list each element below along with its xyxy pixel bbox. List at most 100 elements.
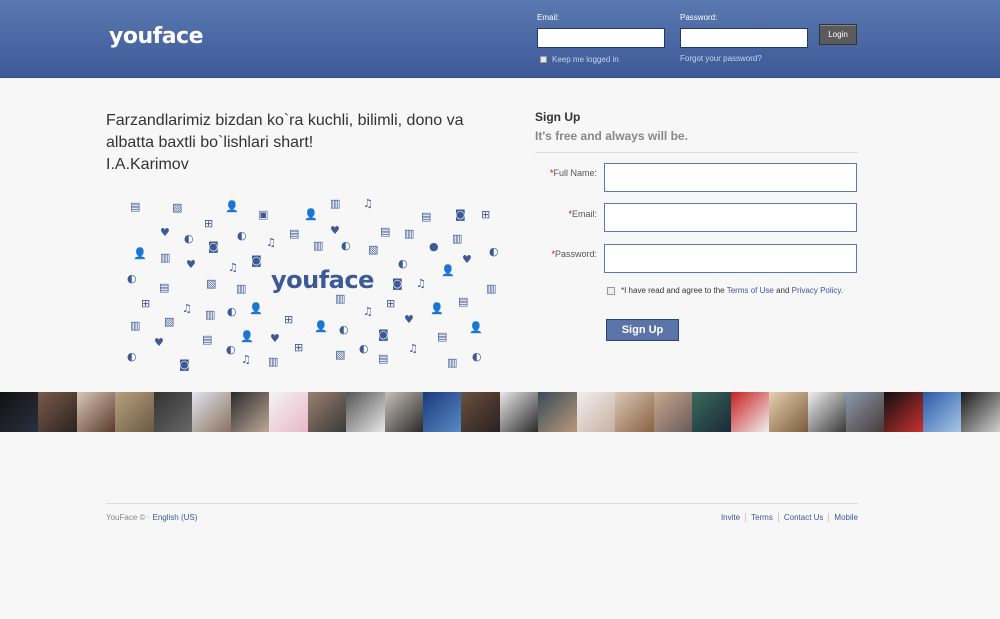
member-photo[interactable] bbox=[769, 392, 808, 432]
member-photo[interactable] bbox=[192, 392, 231, 432]
globe-icon: ◐ bbox=[237, 229, 247, 242]
music-icon: ♫ bbox=[182, 302, 192, 315]
member-photo[interactable] bbox=[307, 392, 347, 432]
note-add-icon: ▤ bbox=[378, 352, 389, 365]
member-photo[interactable] bbox=[576, 392, 616, 432]
film-icon: ▥ bbox=[486, 282, 497, 295]
music-icon: ♫ bbox=[228, 261, 238, 274]
keep-logged-in-checkbox[interactable] bbox=[540, 56, 547, 63]
signup-subtitle: It's free and always will be. bbox=[535, 129, 688, 143]
member-photo[interactable] bbox=[230, 392, 270, 432]
member-photo[interactable] bbox=[538, 392, 577, 432]
user-icon: 👤 bbox=[430, 302, 444, 315]
globe-icon: ◐ bbox=[339, 323, 349, 336]
full-name-input[interactable] bbox=[604, 163, 857, 192]
user-add-icon: 👤 bbox=[133, 247, 147, 260]
note-icon: ▧ bbox=[335, 348, 346, 361]
member-photo[interactable] bbox=[615, 392, 654, 432]
note-icon: ▧ bbox=[164, 315, 175, 328]
member-photo[interactable] bbox=[653, 392, 693, 432]
member-photo[interactable] bbox=[730, 392, 770, 432]
keep-logged-in-label: Keep me logged in bbox=[552, 55, 619, 64]
heart-icon: ♥ bbox=[160, 226, 170, 239]
signup-password-input[interactable] bbox=[604, 244, 857, 273]
footer-link-mobile[interactable]: Mobile bbox=[828, 513, 858, 522]
login-password-input[interactable] bbox=[680, 28, 808, 48]
signup-email-input[interactable] bbox=[604, 203, 857, 232]
contact-icon: ▣ bbox=[258, 208, 269, 221]
footer-link-terms[interactable]: Terms bbox=[745, 513, 778, 522]
film-icon: ▥ bbox=[160, 251, 171, 264]
signup-button[interactable]: Sign Up bbox=[606, 319, 679, 341]
divider bbox=[535, 152, 858, 153]
agree-terms: *I have read and agree to the Terms of U… bbox=[607, 286, 843, 295]
member-photo[interactable] bbox=[922, 392, 962, 432]
agree-terms-text: *I have read and agree to the Terms of U… bbox=[621, 286, 844, 295]
logo[interactable]: youface bbox=[109, 24, 204, 49]
news-icon: ▤ bbox=[130, 200, 141, 213]
footer-links: Invite Terms Contact Us Mobile bbox=[716, 513, 858, 522]
globe-icon: ◐ bbox=[398, 257, 408, 270]
quote-author: I.A.Karimov bbox=[106, 156, 189, 173]
user-icon: 👤 bbox=[249, 302, 263, 315]
window-icon: ⊞ bbox=[141, 297, 151, 310]
forgot-password-link[interactable]: Forgot your password? bbox=[680, 54, 762, 63]
footer-link-contact[interactable]: Contact Us bbox=[777, 513, 829, 522]
keep-logged-in[interactable]: Keep me logged in bbox=[540, 55, 619, 64]
member-photo[interactable] bbox=[499, 392, 539, 432]
member-photo[interactable] bbox=[845, 392, 885, 432]
globe-icon: ◐ bbox=[472, 350, 482, 363]
film-icon: ▥ bbox=[313, 239, 324, 252]
privacy-policy-link[interactable]: Privacy Policy bbox=[792, 286, 841, 295]
globe-icon: ◐ bbox=[127, 350, 137, 363]
camera-icon: ◙ bbox=[179, 358, 190, 371]
signup-password-label: *Password: bbox=[551, 249, 597, 259]
member-photo[interactable] bbox=[115, 392, 154, 432]
member-photo[interactable] bbox=[692, 392, 731, 432]
music-icon: ♫ bbox=[363, 197, 373, 210]
agree-terms-checkbox[interactable] bbox=[607, 286, 615, 295]
note-add-icon: ▤ bbox=[202, 333, 213, 346]
quote-text: Farzandlarimiz bizdan ko`ra kuchli, bili… bbox=[106, 112, 464, 151]
member-photo[interactable] bbox=[884, 392, 923, 432]
heart-icon: ♥ bbox=[404, 313, 414, 326]
member-photo[interactable] bbox=[461, 392, 500, 432]
music-icon: ♫ bbox=[266, 236, 276, 249]
note-add-icon: ▤ bbox=[421, 210, 432, 223]
member-photo[interactable] bbox=[346, 392, 385, 432]
member-photo[interactable] bbox=[807, 392, 846, 432]
note-icon: ▧ bbox=[368, 243, 379, 256]
heart-icon: ♥ bbox=[154, 336, 164, 349]
film-icon: ▥ bbox=[236, 282, 247, 295]
member-photo[interactable] bbox=[269, 392, 308, 432]
footer-link-invite[interactable]: Invite bbox=[716, 513, 745, 522]
member-photo[interactable] bbox=[76, 392, 116, 432]
camera-icon: ◙ bbox=[208, 240, 219, 253]
globe-icon: ◐ bbox=[359, 342, 369, 355]
globe-icon: ◐ bbox=[226, 343, 236, 356]
footer-divider bbox=[106, 503, 858, 504]
member-photo[interactable] bbox=[384, 392, 423, 432]
login-button[interactable]: Login bbox=[819, 24, 857, 45]
news-icon: ▤ bbox=[437, 330, 448, 343]
language-link[interactable]: English (US) bbox=[153, 513, 198, 522]
email-label: Email: bbox=[537, 13, 560, 22]
note-add-icon: ▤ bbox=[289, 227, 300, 240]
member-photo[interactable] bbox=[961, 392, 1000, 432]
login-email-input[interactable] bbox=[537, 28, 665, 48]
globe-icon: ◐ bbox=[127, 272, 137, 285]
member-photo[interactable] bbox=[0, 392, 39, 432]
film-icon: ▥ bbox=[404, 227, 415, 240]
user-icon: 👤 bbox=[469, 321, 483, 334]
member-photo[interactable] bbox=[38, 392, 77, 432]
user-add-icon: 👤 bbox=[240, 330, 254, 343]
camera-icon: ◙ bbox=[455, 208, 466, 221]
window-icon: ⊞ bbox=[294, 341, 304, 354]
top-header: youface Email: Password: Login Keep me l… bbox=[0, 0, 1000, 78]
heart-icon: ♥ bbox=[270, 332, 280, 345]
terms-of-use-link[interactable]: Terms of Use bbox=[727, 286, 774, 295]
signup-title: Sign Up bbox=[535, 110, 581, 124]
music-icon: ♫ bbox=[408, 342, 418, 355]
member-photo[interactable] bbox=[422, 392, 462, 432]
member-photo[interactable] bbox=[153, 392, 193, 432]
